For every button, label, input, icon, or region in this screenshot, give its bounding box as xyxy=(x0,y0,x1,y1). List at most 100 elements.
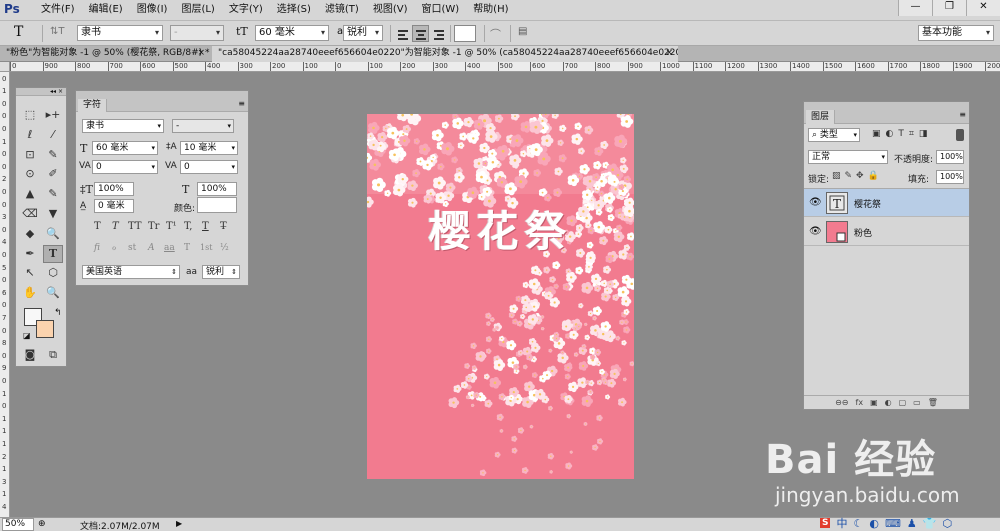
char-tracking-select[interactable]: 0 ▾ xyxy=(180,160,238,174)
workspace-select[interactable]: 基本功能 ▾ xyxy=(918,25,994,41)
subscript-button[interactable]: T, xyxy=(184,221,192,232)
menu-window[interactable]: 窗口(W) xyxy=(414,4,466,16)
screen-mode-icon[interactable]: ⧉ xyxy=(43,346,63,364)
punctuation-icon[interactable]: ◐ xyxy=(869,517,879,530)
clone-stamp-tool-icon[interactable]: ▲ xyxy=(20,185,40,203)
layer-row-title[interactable]: 👁 T 樱花祭 xyxy=(804,189,969,217)
menu-select[interactable]: 选择(S) xyxy=(270,4,318,16)
background-color-swatch[interactable] xyxy=(36,320,54,338)
underline-button[interactable]: T xyxy=(202,221,209,232)
status-menu-arrow-icon[interactable]: ▶ xyxy=(176,519,182,528)
char-antialias-select[interactable]: 锐利 ⇕ xyxy=(202,265,240,279)
menu-edit[interactable]: 编辑(E) xyxy=(82,4,130,16)
default-colors-icon[interactable]: ◪ xyxy=(23,331,31,340)
strikethrough-button[interactable]: T̶ xyxy=(220,221,227,232)
quick-select-tool-icon[interactable]: ⁄ xyxy=(43,126,63,144)
minimize-button[interactable]: — xyxy=(898,0,932,16)
eye-icon[interactable]: 👁 xyxy=(809,197,822,208)
close-tab-icon[interactable]: × xyxy=(665,46,673,61)
status-info-icon[interactable]: ⊕ xyxy=(38,519,46,529)
restore-button[interactable]: ❐ xyxy=(932,0,966,16)
eyedropper-tool-icon[interactable]: ✎ xyxy=(43,146,63,164)
delete-layer-icon[interactable]: 🗑 xyxy=(928,396,938,409)
stylistic-alt-button[interactable]: A xyxy=(148,243,155,253)
menu-help[interactable]: 帮助(H) xyxy=(466,4,515,16)
link-layers-icon[interactable]: ⊖⊖ xyxy=(835,396,848,409)
user-icon[interactable]: ♟ xyxy=(907,517,917,530)
blur-tool-icon[interactable]: ◆ xyxy=(20,225,40,243)
adjustment-layer-icon[interactable]: ◐ xyxy=(885,396,892,409)
char-font-style-select[interactable]: - ▾ xyxy=(172,119,234,133)
char-font-size-select[interactable]: 60 毫米 ▾ xyxy=(92,141,158,155)
pen-tool-icon[interactable]: ✒ xyxy=(20,245,40,263)
font-family-select[interactable]: 隶书 ▾ xyxy=(77,25,163,41)
char-horizontal-scale-input[interactable]: 100% xyxy=(197,182,237,196)
character-panel-topbar[interactable] xyxy=(76,91,248,99)
font-size-select[interactable]: 60 毫米 ▾ xyxy=(255,25,329,41)
char-baseline-input[interactable]: 0 毫米 xyxy=(94,199,134,213)
layer-row-pink[interactable]: 👁 粉色 xyxy=(804,218,969,246)
fractions-button[interactable]: ½ xyxy=(220,243,229,253)
align-left-button[interactable] xyxy=(394,25,411,42)
align-right-button[interactable] xyxy=(430,25,447,42)
horizontal-ruler[interactable]: 0 900 800 700 600 500 400 300 200 100 0 100 200 300 40… xyxy=(10,62,1000,72)
char-vertical-scale-input[interactable]: 100% xyxy=(94,182,134,196)
ligatures-button[interactable]: fi xyxy=(94,243,100,253)
quick-mask-icon[interactable]: ◙ xyxy=(20,346,40,364)
shape-tool-icon[interactable]: ⬡ xyxy=(43,264,63,282)
eye-icon[interactable]: 👁 xyxy=(809,226,822,237)
layer-name[interactable]: 樱花祭 xyxy=(854,197,881,210)
new-group-icon[interactable]: ▢ xyxy=(899,396,907,409)
tab-character[interactable]: 字符 xyxy=(78,99,108,112)
paint-bucket-tool-icon[interactable]: ▼ xyxy=(43,205,63,223)
antialias-select[interactable]: 锐利 ▾ xyxy=(343,25,383,41)
ime-chinese-icon[interactable]: 中 xyxy=(836,515,847,531)
menu-view[interactable]: 视图(V) xyxy=(366,4,415,16)
moon-icon[interactable]: ☾ xyxy=(853,517,863,530)
dodge-tool-icon[interactable]: 🔍 xyxy=(43,225,63,243)
faux-italic-button[interactable]: T xyxy=(112,221,119,232)
text-orientation-icon[interactable]: ⇅T xyxy=(50,26,65,37)
menu-layer[interactable]: 图层(L) xyxy=(174,4,221,16)
tools-panel-header[interactable]: ◂◂ × xyxy=(16,88,66,96)
close-tab-icon[interactable]: × xyxy=(197,46,205,61)
zoom-tool-icon[interactable]: 🔍 xyxy=(43,284,63,302)
path-select-tool-icon[interactable]: ↖ xyxy=(20,264,40,282)
char-leading-select[interactable]: 10 毫米 ▾ xyxy=(180,141,238,155)
tab-pink-doc[interactable]: "粉色"为智能对象 -1 @ 50% (樱花祭, RGB/8#) * × xyxy=(0,46,210,62)
close-button[interactable]: ✕ xyxy=(966,0,1000,16)
language-select[interactable]: 美国英语 ⇕ xyxy=(82,265,180,279)
type-tool-preset-icon[interactable]: T xyxy=(14,24,23,40)
all-caps-button[interactable]: TT xyxy=(128,221,142,232)
brush-tool-icon[interactable]: ✐ xyxy=(43,165,63,183)
skin-icon[interactable]: 👕 xyxy=(923,517,937,530)
titling-alt-button[interactable]: aa xyxy=(164,243,175,253)
new-layer-icon[interactable]: ▭ xyxy=(913,396,921,409)
char-font-family-select[interactable]: 隶书 ▾ xyxy=(82,119,164,133)
menu-image[interactable]: 图像(I) xyxy=(130,4,175,16)
add-mask-icon[interactable]: ▣ xyxy=(870,396,878,409)
crop-tool-icon[interactable]: ⊡ xyxy=(20,146,40,164)
old-style-button[interactable]: ℴ xyxy=(112,243,116,253)
text-color-swatch[interactable] xyxy=(454,25,476,42)
layer-name[interactable]: 粉色 xyxy=(854,226,872,239)
move-tool-icon[interactable]: ▸+ xyxy=(43,106,63,124)
ornaments-button[interactable]: T xyxy=(184,243,190,253)
marquee-tool-icon[interactable]: ⬚ xyxy=(20,106,40,124)
hand-tool-icon[interactable]: ✋ xyxy=(20,284,40,302)
opacity-input[interactable]: 100% xyxy=(936,150,964,164)
history-brush-tool-icon[interactable]: ✎ xyxy=(43,185,63,203)
swap-colors-icon[interactable]: ↰ xyxy=(54,308,62,318)
layer-style-icon[interactable]: fx xyxy=(856,396,864,409)
zoom-level-input[interactable]: 50% xyxy=(2,518,34,531)
filter-toggle-icon[interactable] xyxy=(956,129,964,141)
faux-bold-button[interactable]: T xyxy=(94,221,101,232)
panel-menu-icon[interactable]: ≡ xyxy=(959,110,966,119)
vertical-ruler[interactable]: 201000100200304050607080901011121314 xyxy=(0,62,10,517)
toolbox-icon[interactable]: ⬡ xyxy=(942,517,952,530)
spot-heal-tool-icon[interactable]: ⊙ xyxy=(20,165,40,183)
lasso-tool-icon[interactable]: ℓ xyxy=(20,126,40,144)
menu-file[interactable]: 文件(F) xyxy=(34,4,82,16)
font-style-select[interactable]: - ▾ xyxy=(170,25,224,41)
eraser-tool-icon[interactable]: ⌫ xyxy=(20,205,40,223)
